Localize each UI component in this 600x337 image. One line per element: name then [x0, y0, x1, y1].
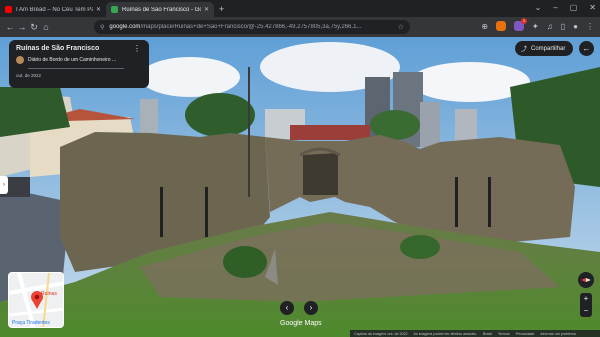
- share-label: Compartilhar: [531, 45, 566, 52]
- back-icon[interactable]: ←: [4, 22, 16, 32]
- url-path: /maps/place/Ruinas+de+São+Francisco/@-25…: [140, 24, 362, 30]
- extension-icon[interactable]: [496, 21, 507, 31]
- zoom-out-icon[interactable]: −: [584, 307, 589, 315]
- extension-badge: 1: [521, 18, 528, 24]
- tab-maps[interactable]: Ruínas de São Francisco - Goog ✕: [106, 2, 214, 17]
- home-icon[interactable]: ⌂: [40, 22, 52, 32]
- google-maps-logo: Google Maps: [280, 320, 322, 327]
- profile-icon[interactable]: ●: [573, 22, 578, 31]
- compass-icon: [581, 278, 591, 282]
- url-host: google.com: [109, 24, 141, 30]
- footer-report-link[interactable]: Informar um problema: [540, 332, 575, 336]
- tab-strip: I Am Bread – No Céu Tem Pão! - You ✕ Ruí…: [0, 0, 600, 17]
- place-info-card: Ruínas de São Francisco ⋮ Diário de Bord…: [9, 40, 149, 88]
- zoom-controls: + −: [580, 293, 592, 317]
- extension-icon[interactable]: 1: [514, 18, 528, 31]
- navigation-arrows: ‹ ›: [280, 301, 318, 315]
- minimap-place-label: Ruínas: [41, 291, 57, 297]
- footer-capture-date: Captura da imagem: out. de 2022: [354, 331, 408, 336]
- media-icon[interactable]: ♫: [547, 22, 553, 31]
- contributor-name: Diário de Bordo de um Caminhoneiro ...: [28, 57, 117, 63]
- contributor-row[interactable]: Diário de Bordo de um Caminhoneiro ...: [16, 56, 142, 64]
- minimap[interactable]: Ruínas Praça Tiradentes: [8, 272, 64, 328]
- toolbar-actions: ⊕ 1 ✦ ♫ ▯ ● ⋮: [481, 18, 594, 31]
- side-panel-icon[interactable]: ▯: [561, 22, 565, 31]
- menu-icon[interactable]: ⋮: [586, 22, 594, 31]
- footer-privacy-link[interactable]: Privacidade: [516, 332, 535, 336]
- footer-country[interactable]: Brasil: [483, 332, 492, 336]
- reload-icon[interactable]: ↻: [28, 22, 40, 33]
- extensions-puzzle-icon[interactable]: ✦: [532, 22, 539, 31]
- collapse-panel-button[interactable]: ›: [0, 176, 8, 194]
- window-controls: ⌄ – ▢ ✕: [535, 3, 596, 12]
- zoom-icon[interactable]: ⊕: [481, 22, 488, 31]
- address-bar[interactable]: ⚲ google.com/maps/place/Ruinas+de+São+Fr…: [94, 20, 410, 34]
- share-icon: ⤴: [521, 47, 528, 53]
- close-tab-icon[interactable]: ✕: [204, 6, 209, 13]
- chevron-left-icon[interactable]: ‹: [280, 301, 294, 315]
- more-options-icon[interactable]: ⋮: [133, 44, 141, 53]
- site-info-icon[interactable]: ⚲: [100, 24, 104, 31]
- close-street-view-button[interactable]: ←: [579, 41, 594, 56]
- minimize-icon[interactable]: –: [553, 3, 557, 12]
- place-title[interactable]: Ruínas de São Francisco: [16, 45, 142, 52]
- footer-terms-link[interactable]: Termos: [498, 332, 510, 336]
- minimap-street-label: Praça Tiradentes: [12, 320, 50, 326]
- url-text: google.com/maps/place/Ruinas+de+São+Fran…: [109, 24, 397, 30]
- attribution-bar: Captura da imagem: out. de 2022 As image…: [350, 330, 600, 337]
- divider: [28, 68, 124, 69]
- footer-copyright: As imagens podem ter direitos autorais.: [413, 331, 477, 336]
- tab-youtube[interactable]: I Am Bread – No Céu Tem Pão! - You ✕: [0, 2, 106, 17]
- avatar: [16, 56, 24, 64]
- tab-title: I Am Bread – No Céu Tem Pão! - You: [16, 6, 93, 13]
- compass[interactable]: [578, 272, 594, 288]
- close-tab-icon[interactable]: ✕: [96, 6, 101, 13]
- bookmark-star-icon[interactable]: ☆: [398, 23, 404, 31]
- window-close-icon[interactable]: ✕: [589, 3, 596, 12]
- maps-icon: [111, 6, 118, 13]
- share-button[interactable]: ⤴ Compartilhar: [515, 41, 573, 56]
- tab-title: Ruínas de São Francisco - Goog: [122, 6, 201, 13]
- new-tab-button[interactable]: +: [219, 4, 224, 14]
- capture-date[interactable]: out. de 2022: [16, 73, 142, 78]
- browser-toolbar: ← → ↻ ⌂ ⚲ google.com/maps/place/Ruinas+d…: [0, 17, 600, 37]
- zoom-in-icon[interactable]: +: [584, 295, 589, 303]
- maximize-icon[interactable]: ▢: [570, 3, 578, 12]
- forward-icon[interactable]: →: [16, 22, 28, 32]
- tab-search-icon[interactable]: ⌄: [535, 3, 542, 12]
- chevron-right-icon[interactable]: ›: [304, 301, 318, 315]
- youtube-icon: [5, 6, 12, 13]
